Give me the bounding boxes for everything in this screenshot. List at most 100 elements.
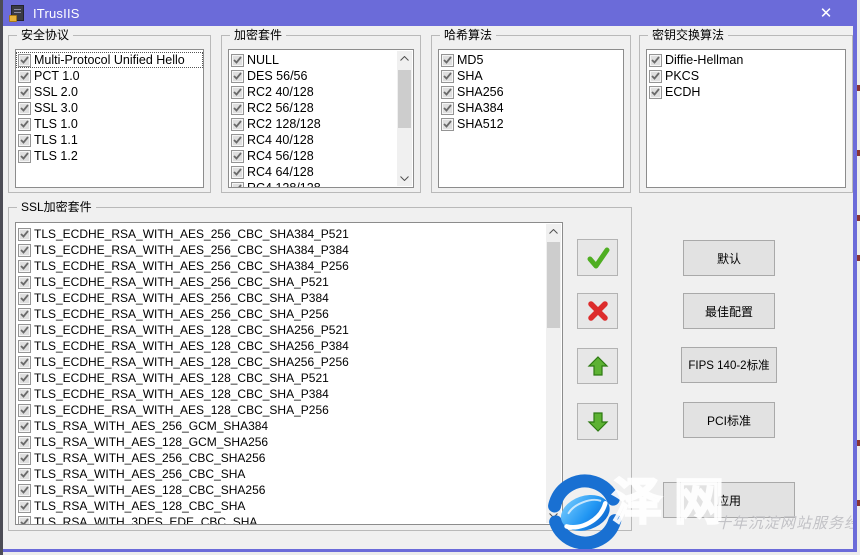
list-item[interactable]: SSL 3.0 xyxy=(16,100,203,116)
list-item[interactable]: TLS_ECDHE_RSA_WITH_AES_256_CBC_SHA_P256 xyxy=(16,306,562,322)
checkbox-checked-icon[interactable] xyxy=(441,102,454,115)
list-item[interactable]: TLS_ECDHE_RSA_WITH_AES_256_CBC_SHA384_P2… xyxy=(16,258,562,274)
list-item[interactable]: TLS_RSA_WITH_3DES_EDE_CBC_SHA xyxy=(16,514,562,525)
checkbox-checked-icon[interactable] xyxy=(18,70,31,83)
list-item[interactable]: TLS_ECDHE_RSA_WITH_AES_128_CBC_SHA256_P5… xyxy=(16,322,562,338)
pci-standard-button[interactable]: PCI标准 xyxy=(683,402,775,438)
best-config-button[interactable]: 最佳配置 xyxy=(683,293,775,329)
checkbox-checked-icon[interactable] xyxy=(18,500,31,513)
list-item[interactable]: Diffie-Hellman xyxy=(647,52,845,68)
fips-standard-button[interactable]: FIPS 140-2标准 xyxy=(681,347,777,383)
list-item[interactable]: MD5 xyxy=(439,52,623,68)
scroll-up-icon[interactable] xyxy=(397,51,412,66)
list-item[interactable]: TLS_ECDHE_RSA_WITH_AES_128_CBC_SHA_P521 xyxy=(16,370,562,386)
checkbox-checked-icon[interactable] xyxy=(18,308,31,321)
list-item[interactable]: TLS_RSA_WITH_AES_128_CBC_SHA256 xyxy=(16,482,562,498)
checkbox-checked-icon[interactable] xyxy=(231,86,244,99)
list-item[interactable]: PCT 1.0 xyxy=(16,68,203,84)
checkbox-checked-icon[interactable] xyxy=(231,150,244,163)
list-item[interactable]: DES 56/56 xyxy=(229,68,413,84)
list-item[interactable]: TLS_RSA_WITH_AES_256_GCM_SHA384 xyxy=(16,418,562,434)
move-up-button[interactable] xyxy=(577,348,618,384)
close-button[interactable]: ✕ xyxy=(809,0,843,26)
checkbox-checked-icon[interactable] xyxy=(231,182,244,189)
list-item[interactable]: TLS_RSA_WITH_AES_256_CBC_SHA xyxy=(16,466,562,482)
checkbox-checked-icon[interactable] xyxy=(231,54,244,67)
apply-button[interactable]: 应用 xyxy=(663,482,795,518)
checkbox-checked-icon[interactable] xyxy=(18,468,31,481)
list-item[interactable]: RC2 40/128 xyxy=(229,84,413,100)
checkbox-checked-icon[interactable] xyxy=(18,516,31,526)
checkbox-checked-icon[interactable] xyxy=(231,134,244,147)
list-item[interactable]: TLS 1.2 xyxy=(16,148,203,164)
checkbox-checked-icon[interactable] xyxy=(649,86,662,99)
list-item[interactable]: Multi-Protocol Unified Hello xyxy=(16,52,203,68)
checkbox-checked-icon[interactable] xyxy=(441,54,454,67)
default-button[interactable]: 默认 xyxy=(683,240,775,276)
checkbox-checked-icon[interactable] xyxy=(18,276,31,289)
checkbox-checked-icon[interactable] xyxy=(18,102,31,115)
ciphers-scrollbar[interactable] xyxy=(397,51,412,186)
checkbox-checked-icon[interactable] xyxy=(18,420,31,433)
list-item[interactable]: RC4 64/128 xyxy=(229,164,413,180)
move-down-button[interactable] xyxy=(577,403,618,440)
checkbox-checked-icon[interactable] xyxy=(231,70,244,83)
list-item[interactable]: TLS_ECDHE_RSA_WITH_AES_256_CBC_SHA384_P3… xyxy=(16,242,562,258)
list-item[interactable]: TLS_ECDHE_RSA_WITH_AES_128_CBC_SHA256_P3… xyxy=(16,338,562,354)
checkbox-checked-icon[interactable] xyxy=(231,102,244,115)
scroll-track[interactable] xyxy=(546,239,561,508)
checkbox-checked-icon[interactable] xyxy=(18,292,31,305)
list-item[interactable]: SSL 2.0 xyxy=(16,84,203,100)
checkbox-checked-icon[interactable] xyxy=(231,166,244,179)
checkbox-checked-icon[interactable] xyxy=(18,54,31,67)
scroll-thumb[interactable] xyxy=(547,242,560,328)
list-item[interactable]: TLS_ECDHE_RSA_WITH_AES_256_CBC_SHA_P384 xyxy=(16,290,562,306)
list-item[interactable]: TLS 1.0 xyxy=(16,116,203,132)
scroll-thumb[interactable] xyxy=(398,70,411,128)
checkbox-checked-icon[interactable] xyxy=(18,484,31,497)
list-item[interactable]: SHA256 xyxy=(439,84,623,100)
checkbox-checked-icon[interactable] xyxy=(18,228,31,241)
list-item[interactable]: TLS_RSA_WITH_AES_256_CBC_SHA256 xyxy=(16,450,562,466)
checkbox-checked-icon[interactable] xyxy=(18,404,31,417)
confirm-button[interactable] xyxy=(577,239,618,276)
scroll-up-icon[interactable] xyxy=(546,224,561,239)
checkbox-checked-icon[interactable] xyxy=(18,260,31,273)
checkbox-checked-icon[interactable] xyxy=(649,70,662,83)
checkbox-checked-icon[interactable] xyxy=(649,54,662,67)
scroll-track[interactable] xyxy=(397,66,412,171)
list-item[interactable]: TLS_ECDHE_RSA_WITH_AES_256_CBC_SHA_P521 xyxy=(16,274,562,290)
list-item[interactable]: SHA xyxy=(439,68,623,84)
list-item[interactable]: SHA384 xyxy=(439,100,623,116)
checkbox-checked-icon[interactable] xyxy=(18,324,31,337)
list-item[interactable]: TLS_ECDHE_RSA_WITH_AES_128_CBC_SHA_P384 xyxy=(16,386,562,402)
checkbox-checked-icon[interactable] xyxy=(18,244,31,257)
list-item[interactable]: SHA512 xyxy=(439,116,623,132)
list-item[interactable]: NULL xyxy=(229,52,413,68)
checkbox-checked-icon[interactable] xyxy=(18,134,31,147)
checkbox-checked-icon[interactable] xyxy=(18,86,31,99)
scroll-down-icon[interactable] xyxy=(546,508,561,523)
scroll-down-icon[interactable] xyxy=(397,171,412,186)
checkbox-checked-icon[interactable] xyxy=(18,372,31,385)
checkbox-checked-icon[interactable] xyxy=(18,118,31,131)
list-item[interactable]: TLS_ECDHE_RSA_WITH_AES_128_CBC_SHA_P256 xyxy=(16,402,562,418)
checkbox-checked-icon[interactable] xyxy=(18,340,31,353)
list-item[interactable]: TLS_RSA_WITH_AES_128_GCM_SHA256 xyxy=(16,434,562,450)
list-item[interactable]: ECDH xyxy=(647,84,845,100)
checkbox-checked-icon[interactable] xyxy=(441,118,454,131)
list-item[interactable]: TLS_RSA_WITH_AES_128_CBC_SHA xyxy=(16,498,562,514)
list-item[interactable]: RC4 128/128 xyxy=(229,180,413,188)
list-item[interactable]: PKCS xyxy=(647,68,845,84)
remove-button[interactable] xyxy=(577,293,618,329)
checkbox-checked-icon[interactable] xyxy=(441,70,454,83)
list-item[interactable]: TLS_ECDHE_RSA_WITH_AES_256_CBC_SHA384_P5… xyxy=(16,226,562,242)
list-item[interactable]: RC2 128/128 xyxy=(229,116,413,132)
checkbox-checked-icon[interactable] xyxy=(18,150,31,163)
checkbox-checked-icon[interactable] xyxy=(18,436,31,449)
checkbox-checked-icon[interactable] xyxy=(231,118,244,131)
list-item[interactable]: RC4 40/128 xyxy=(229,132,413,148)
list-item[interactable]: TLS_ECDHE_RSA_WITH_AES_128_CBC_SHA256_P2… xyxy=(16,354,562,370)
list-item[interactable]: TLS 1.1 xyxy=(16,132,203,148)
ssl-scrollbar[interactable] xyxy=(546,224,561,523)
